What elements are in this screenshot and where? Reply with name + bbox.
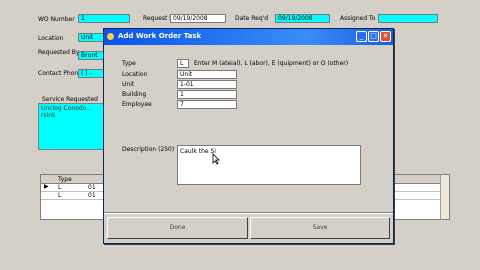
- row-value: 01: [88, 192, 96, 199]
- contact-phone-label: Contact Phone: [38, 70, 82, 77]
- app-icon: [107, 33, 114, 40]
- minimize-icon[interactable]: _: [356, 31, 367, 42]
- date-reqd-field[interactable]: 09/19/2008: [275, 14, 330, 23]
- employee-label: Employee: [122, 101, 152, 108]
- dialog-divider: [104, 212, 393, 214]
- requested-by-field[interactable]: Brunt: [78, 51, 104, 60]
- maximize-icon[interactable]: □: [368, 31, 379, 42]
- save-button[interactable]: Save: [250, 217, 390, 239]
- row-type: L: [58, 184, 62, 191]
- location-field[interactable]: Unit: [177, 70, 237, 79]
- contact-phone-field[interactable]: ( ) -: [78, 69, 104, 78]
- service-requested-label: Service Requested: [42, 96, 98, 103]
- unit-label: Unit: [122, 81, 135, 88]
- unit-field[interactable]: 1-01: [177, 80, 237, 89]
- assigned-to-field[interactable]: [378, 14, 438, 23]
- grid-scrollbar[interactable]: [440, 175, 449, 219]
- done-button[interactable]: Done: [107, 217, 248, 239]
- parent-window-top: [0, 0, 480, 10]
- description-label: Description (250): [122, 146, 175, 153]
- row-value: 01: [88, 184, 96, 191]
- wo-number-label: WO Number: [38, 16, 75, 23]
- requested-by-label: Requested By: [38, 49, 80, 56]
- row-pointer-icon: ▶: [44, 183, 49, 190]
- type-hint: Enter M (ateial), L (abor), E (quipment)…: [194, 60, 349, 67]
- close-icon[interactable]: ✕: [380, 31, 391, 42]
- service-requested-field[interactable]: Unclog Conodo... rsink: [38, 103, 110, 150]
- type-label: Type: [122, 60, 136, 67]
- add-work-order-task-dialog: Add Work Order Task _ □ ✕ Type L Enter M…: [103, 28, 394, 244]
- employee-field[interactable]: 7: [177, 100, 237, 109]
- location-label: Location: [122, 71, 148, 78]
- row-type: L: [58, 192, 62, 199]
- building-field[interactable]: 1: [177, 90, 237, 99]
- building-label: Building: [122, 91, 147, 98]
- location-field[interactable]: Unit: [78, 33, 104, 42]
- wo-number-field[interactable]: 1: [78, 14, 130, 23]
- dialog-title: Add Work Order Task: [118, 32, 202, 40]
- type-field[interactable]: L: [177, 59, 189, 68]
- dialog-titlebar[interactable]: Add Work Order Task _ □ ✕: [104, 29, 393, 45]
- request-date-field[interactable]: 09/19/2008: [170, 14, 226, 23]
- mouse-cursor-icon: [212, 153, 220, 165]
- location-label: Location: [38, 35, 64, 42]
- date-reqd-label: Date Req'd: [235, 15, 269, 22]
- grid-header-type: Type: [58, 176, 72, 183]
- assigned-to-label: Assigned To: [340, 15, 376, 22]
- description-field[interactable]: Caulk the Si: [177, 145, 361, 185]
